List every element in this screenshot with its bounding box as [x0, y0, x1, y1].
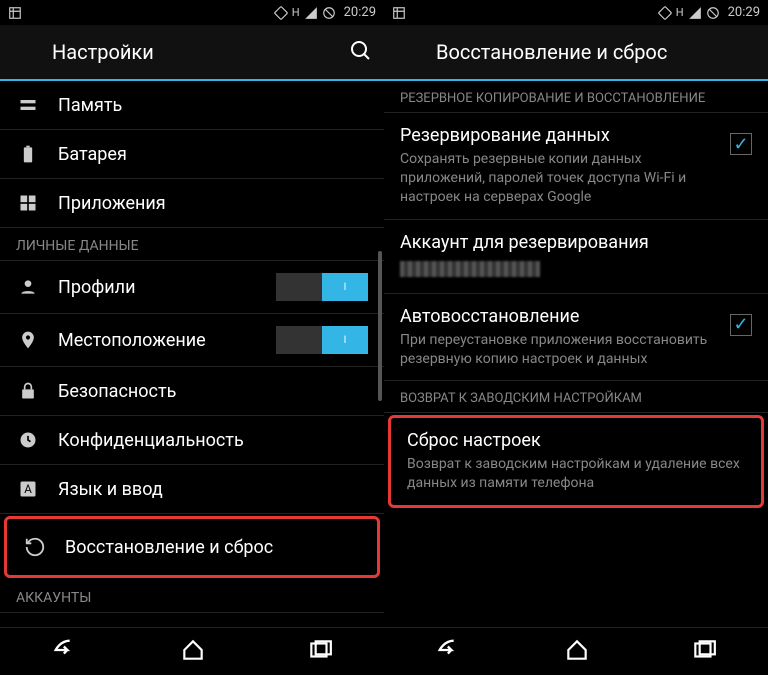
- block-backup-data[interactable]: Резервирование данных Сохранять резервны…: [384, 113, 768, 220]
- lock-icon: [16, 379, 40, 403]
- no-sim-icon: [322, 6, 336, 20]
- block-subtitle: Возврат к заводским настройкам и удалени…: [407, 455, 745, 493]
- section-backup-header: РЕЗЕРВНОЕ КОПИРОВАНИЕ И ВОССТАНОВЛЕНИЕ: [384, 81, 768, 113]
- list-item-backup-reset[interactable]: Восстановление и сброс: [7, 519, 377, 575]
- language-icon: A: [16, 477, 40, 501]
- block-subtitle: При переустановке приложения восстановит…: [400, 331, 718, 369]
- section-reset-header: ВОЗВРАТ К ЗАВОДСКИМ НАСТРОЙКАМ: [384, 381, 768, 413]
- block-backup-account[interactable]: Аккаунт для резервирования: [384, 220, 768, 294]
- clock: 20:29: [344, 5, 376, 20]
- section-personal: ЛИЧНЫЕ ДАННЫЕ: [0, 228, 384, 261]
- nfc-icon: [274, 6, 288, 20]
- restore-icon: [23, 535, 47, 559]
- settings-gear-icon[interactable]: [12, 38, 40, 66]
- list-item-privacy[interactable]: Конфиденциальность: [0, 416, 384, 465]
- block-title: Резервирование данных: [400, 125, 718, 146]
- search-icon[interactable]: [348, 38, 372, 66]
- list-item-apps[interactable]: Приложения: [0, 179, 384, 228]
- list-item-profiles[interactable]: Профили I: [0, 261, 384, 314]
- status-bar: H 20:29: [0, 0, 384, 25]
- item-label: Память: [58, 95, 368, 116]
- highlight-factory-reset: Сброс настроек Возврат к заводским настр…: [388, 415, 764, 508]
- item-label: Батарея: [58, 144, 368, 165]
- item-label: Конфиденциальность: [58, 430, 368, 451]
- toggle-profiles[interactable]: I: [276, 273, 368, 301]
- list-item-memory[interactable]: Память: [0, 81, 384, 130]
- list-item-google[interactable]: g Google: [0, 613, 384, 627]
- list-item-language[interactable]: A Язык и ввод: [0, 465, 384, 514]
- action-bar: Восстановление и сброс: [384, 25, 768, 81]
- block-subtitle: Сохранять резервные копии данных приложе…: [400, 150, 718, 207]
- battery-icon: [16, 142, 40, 166]
- list-item-location[interactable]: Местоположение I: [0, 314, 384, 367]
- checkbox-autorestore[interactable]: ✓: [730, 314, 752, 336]
- list-item-battery[interactable]: Батарея: [0, 130, 384, 179]
- block-title: Аккаунт для резервирования: [400, 232, 752, 253]
- settings-gear-icon[interactable]: [396, 38, 424, 66]
- home-icon[interactable]: [564, 637, 590, 667]
- account-email-censored: [400, 261, 540, 277]
- profiles-icon: [16, 275, 40, 299]
- item-label: Приложения: [58, 193, 368, 214]
- item-label: Местоположение: [58, 330, 258, 351]
- recent-icon[interactable]: [691, 637, 717, 667]
- settings-list[interactable]: Память Батарея Приложения ЛИЧНЫЕ ДАННЫЕ …: [0, 81, 384, 627]
- item-label: Безопасность: [58, 381, 368, 402]
- toggle-on-label: I: [322, 273, 368, 301]
- status-bar: H 20:29: [384, 0, 768, 25]
- nav-bar: [0, 627, 384, 675]
- item-label: Профили: [58, 277, 258, 298]
- signal-type-label: H: [292, 6, 300, 19]
- signal-icon: [688, 6, 702, 20]
- clock: 20:29: [728, 5, 760, 20]
- svg-text:A: A: [24, 482, 32, 496]
- item-label: Язык и ввод: [58, 479, 368, 500]
- block-title: Автовосстановление: [400, 306, 718, 327]
- back-icon[interactable]: [51, 636, 79, 668]
- apps-icon: [16, 191, 40, 215]
- screenshot-indicator-icon: [8, 6, 22, 20]
- memory-icon: [16, 93, 40, 117]
- phone-left: H 20:29 Настройки Память Батарея Приложе…: [0, 0, 384, 675]
- action-bar: Настройки: [0, 25, 384, 81]
- highlight-backup-reset: Восстановление и сброс: [4, 516, 380, 578]
- action-bar-title: Восстановление и сброс: [436, 40, 756, 64]
- list-item-security[interactable]: Безопасность: [0, 367, 384, 416]
- location-icon: [16, 328, 40, 352]
- back-icon[interactable]: [435, 636, 463, 668]
- toggle-on-label: I: [322, 326, 368, 354]
- block-autorestore[interactable]: Автовосстановление При переустановке при…: [384, 294, 768, 382]
- signal-type-label: H: [676, 6, 684, 19]
- nfc-icon: [658, 6, 672, 20]
- home-icon[interactable]: [180, 637, 206, 667]
- privacy-icon: [16, 428, 40, 452]
- signal-icon: [304, 6, 318, 20]
- no-sim-icon: [706, 6, 720, 20]
- recent-icon[interactable]: [307, 637, 333, 667]
- backup-reset-list[interactable]: РЕЗЕРВНОЕ КОПИРОВАНИЕ И ВОССТАНОВЛЕНИЕ Р…: [384, 81, 768, 627]
- screenshot-indicator-icon: [392, 6, 406, 20]
- scrollbar[interactable]: [378, 251, 382, 401]
- block-factory-reset[interactable]: Сброс настроек Возврат к заводским настр…: [391, 418, 761, 505]
- action-bar-title: Настройки: [52, 40, 336, 64]
- nav-bar: [384, 627, 768, 675]
- item-label: Восстановление и сброс: [65, 537, 361, 558]
- phone-right: H 20:29 Восстановление и сброс РЕЗЕРВНОЕ…: [384, 0, 768, 675]
- toggle-location[interactable]: I: [276, 326, 368, 354]
- section-accounts: АККАУНТЫ: [0, 580, 384, 613]
- block-title: Сброс настроек: [407, 430, 745, 451]
- checkbox-backup-data[interactable]: ✓: [730, 133, 752, 155]
